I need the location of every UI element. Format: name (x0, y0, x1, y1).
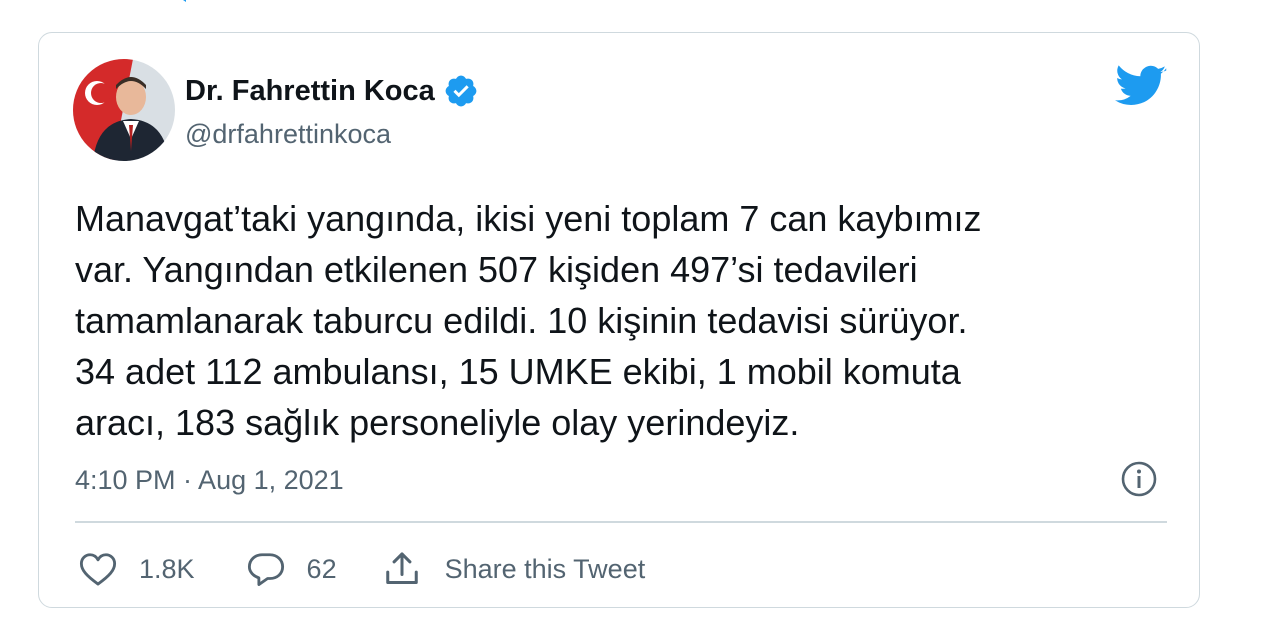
page: Dr. Fahrettin Koca @drfahrettinkoca Mana… (0, 0, 1265, 619)
embedded-tweet-card[interactable]: Dr. Fahrettin Koca @drfahrettinkoca Mana… (38, 32, 1200, 608)
share-label: Share this Tweet (444, 553, 646, 584)
tweet-text-line: 34 adet 112 ambulansı, 15 UMKE ekibi, 1 … (75, 351, 961, 392)
author-name[interactable]: Dr. Fahrettin Koca (185, 73, 479, 109)
author-handle[interactable]: @drfahrettinkoca (185, 119, 391, 150)
tweet-text-line: var. Yangından etkilenen 507 kişiden 497… (75, 249, 918, 290)
tweet-timestamp[interactable]: 4:10 PM · Aug 1, 2021 (75, 465, 344, 496)
reply-button[interactable]: 62 (247, 551, 337, 587)
like-button[interactable]: 1.8K (79, 551, 195, 587)
speech-bubble-icon (247, 553, 284, 586)
twitter-bird-icon[interactable] (1115, 65, 1167, 109)
share-tweet-button[interactable]: Share this Tweet (383, 550, 646, 588)
share-upload-icon (385, 552, 418, 584)
reply-count: 62 (306, 553, 337, 584)
tweet-text: Manavgat’taki yangında, ikisi yeni topla… (75, 193, 1155, 448)
tweet-text-line: aracı, 183 sağlık personeliyle olay yeri… (75, 402, 800, 443)
like-count: 1.8K (139, 553, 195, 584)
action-bar: 1.8K 62 Share this Tweet (79, 547, 645, 591)
avatar[interactable] (73, 59, 175, 161)
info-icon[interactable] (1119, 459, 1159, 499)
arrow-fragment-icon (183, 0, 186, 2)
author-name-text[interactable]: Dr. Fahrettin Koca (185, 75, 435, 108)
tweet-text-line: Manavgat’taki yangında, ikisi yeni topla… (75, 198, 982, 239)
divider (75, 521, 1167, 523)
profile-photo-icon (73, 59, 175, 161)
verified-badge-icon (445, 75, 477, 107)
tweet-text-line: tamamlanarak taburcu edildi. 10 kişinin … (75, 300, 968, 341)
heart-icon (79, 553, 117, 586)
